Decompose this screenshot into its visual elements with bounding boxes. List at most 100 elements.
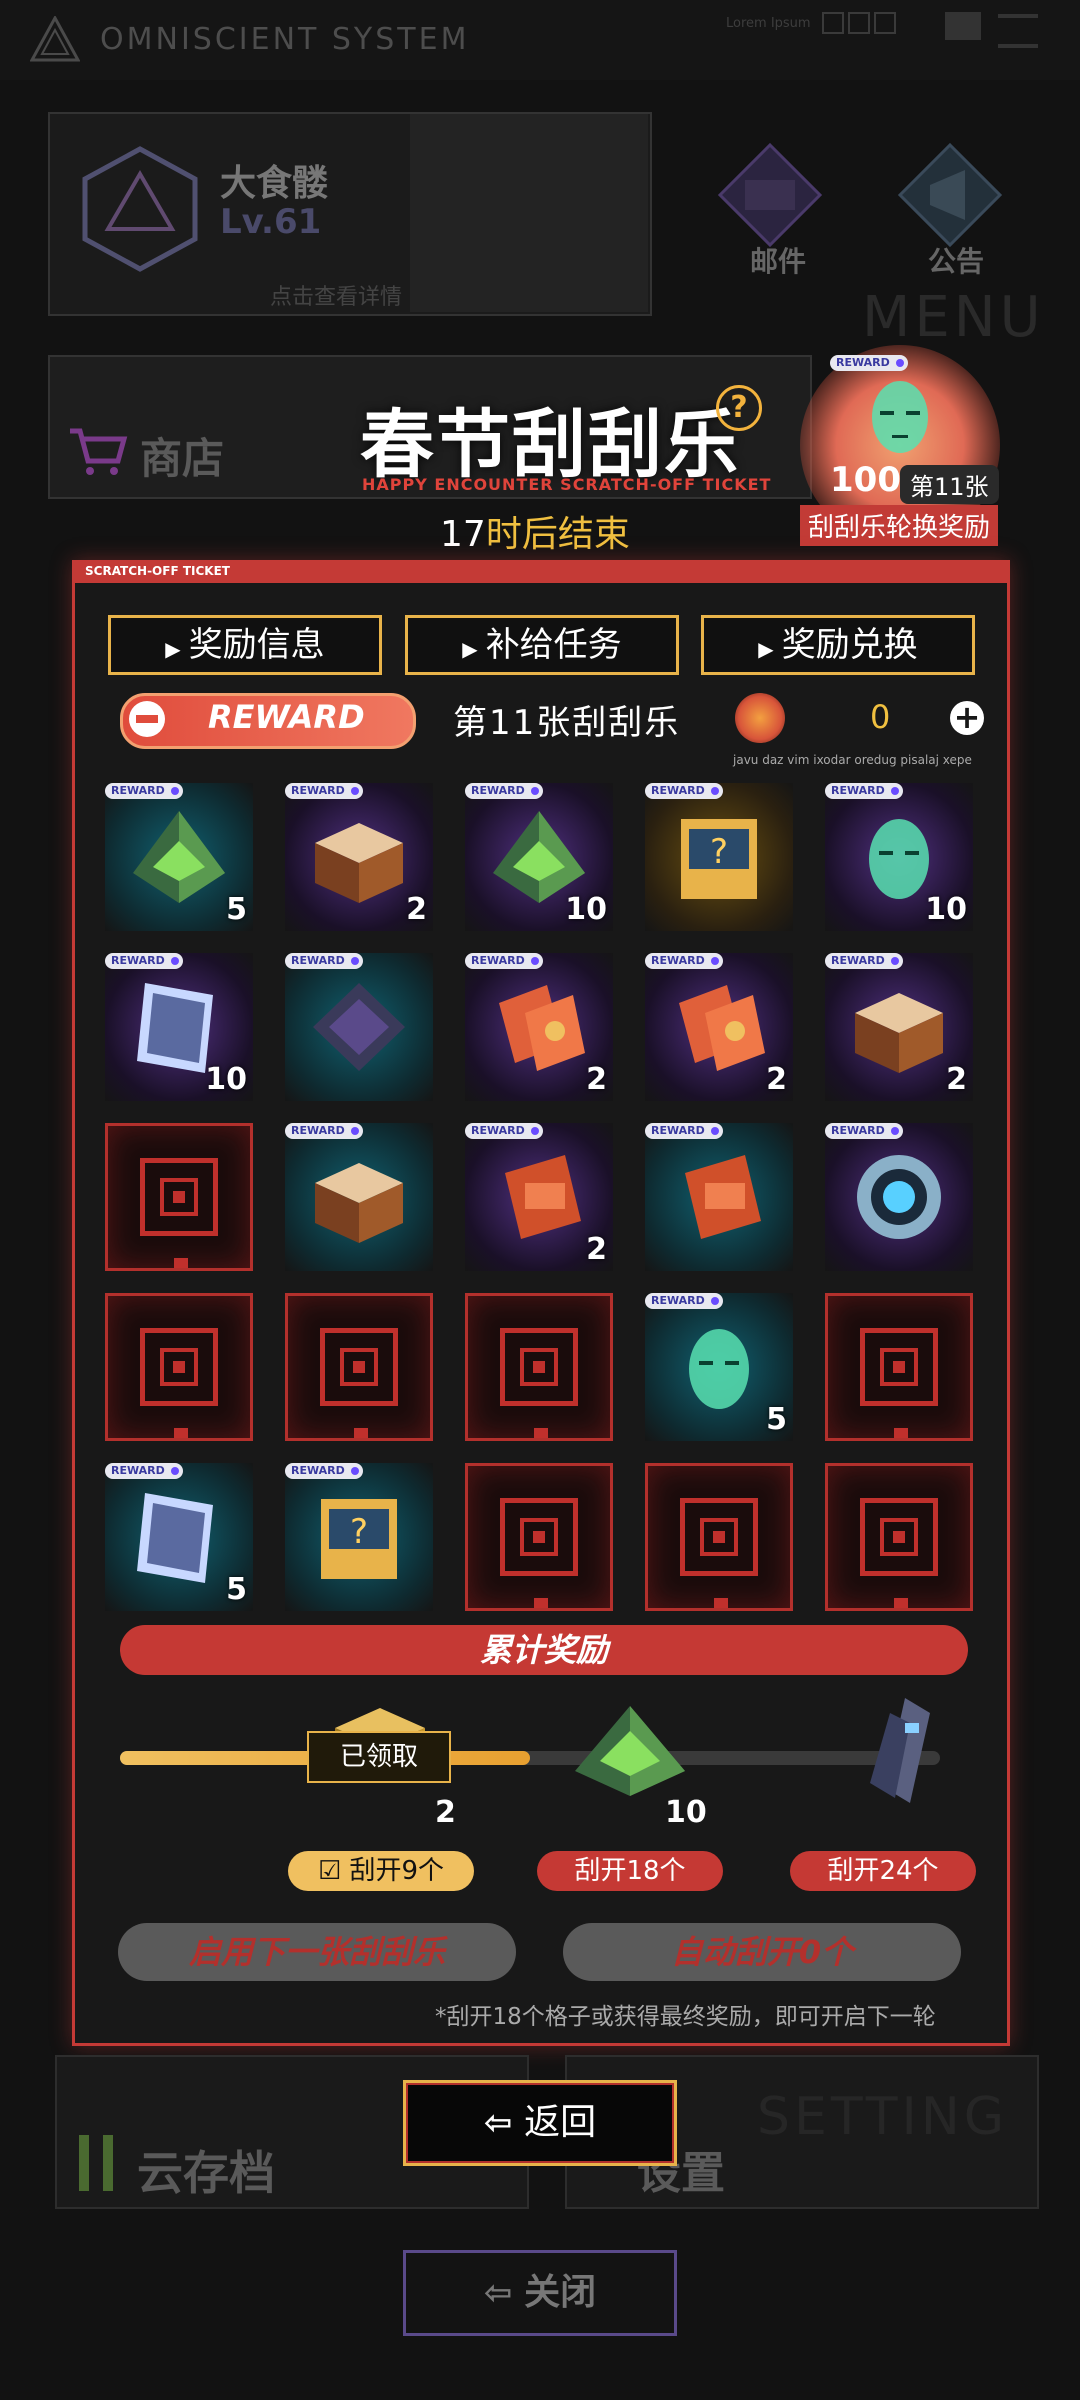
mystery-box-icon: ?: [681, 819, 757, 899]
megaphone-icon: [897, 142, 1003, 248]
scratch-cell-prize[interactable]: REWARD 5: [105, 1463, 253, 1611]
red-pack-icon: [505, 1155, 581, 1239]
reward-badge: REWARD: [105, 953, 183, 969]
scratch-cell-locked[interactable]: [645, 1463, 793, 1611]
scratch-cell-locked[interactable]: [105, 1293, 253, 1441]
svg-text:?: ?: [350, 1512, 368, 1552]
scratch-cell-prize[interactable]: REWARD 2: [825, 953, 973, 1101]
scratch-cell-prize[interactable]: ? REWARD: [285, 1463, 433, 1611]
rotation-count: 100: [830, 460, 901, 500]
rotation-ticket: 第11张: [900, 465, 999, 504]
reward-badge: REWARD: [825, 953, 903, 969]
core-ring-icon: [857, 1155, 941, 1239]
item-qty: 2: [766, 1062, 787, 1097]
auto-scratch-button[interactable]: 自动刮开0个: [563, 1923, 961, 1981]
lock-pattern-notch: [534, 1598, 548, 1608]
back-button[interactable]: ⇦ 返回: [403, 2080, 677, 2166]
close-arrow-icon: ⇦: [483, 2273, 525, 2313]
red-pack-icon: [685, 1155, 761, 1239]
reward-badge: REWARD: [645, 783, 723, 799]
help-icon[interactable]: ?: [716, 385, 762, 431]
scratch-cell-locked[interactable]: [825, 1463, 973, 1611]
profile-banner: [410, 114, 648, 312]
scratch-cell-prize[interactable]: REWARD 10: [465, 783, 613, 931]
scratch-cell-prize[interactable]: REWARD 2: [285, 783, 433, 931]
milestone-armor-icon[interactable]: [850, 1693, 940, 1813]
next-ticket-button[interactable]: 启用下一张刮刮乐: [118, 1923, 516, 1981]
scratch-cell-locked[interactable]: [465, 1293, 613, 1441]
lock-pattern-notch: [894, 1428, 908, 1438]
mail-button[interactable]: 邮件: [700, 140, 840, 290]
crate-icon: [315, 823, 403, 903]
event-countdown: 17时后结束: [440, 505, 630, 557]
reward-badge: REWARD: [645, 953, 723, 969]
item-qty: 10: [205, 1062, 247, 1097]
milestone-pyramid-icon[interactable]: [565, 1701, 695, 1801]
notice-button[interactable]: 公告: [880, 140, 1030, 290]
pyramid-icon: [133, 811, 225, 903]
lock-pattern-core: [893, 1361, 905, 1373]
close-button[interactable]: ⇦ 关闭: [403, 2250, 677, 2336]
lock-pattern-notch: [534, 1428, 548, 1438]
lock-pattern-core: [353, 1361, 365, 1373]
cart-icon: [70, 428, 128, 475]
scratch-cell-prize[interactable]: REWARD 2: [645, 953, 793, 1101]
scratch-cell-prize[interactable]: ? REWARD: [645, 783, 793, 931]
window-square2-icon[interactable]: [874, 12, 896, 34]
scratch-cell-prize[interactable]: REWARD 2: [465, 1123, 613, 1271]
cumulative-title: 累计奖励: [120, 1625, 968, 1675]
reward-badge: REWARD: [825, 1123, 903, 1139]
data-card-icon: [137, 1493, 213, 1583]
scratch-cell-prize[interactable]: REWARD 10: [825, 783, 973, 931]
lock-pattern-notch: [174, 1428, 188, 1438]
lock-pattern-core: [173, 1361, 185, 1373]
scratch-cell-prize[interactable]: REWARD: [285, 953, 433, 1101]
milestone-qty-2: 10: [665, 1795, 707, 1830]
lock-pattern-core: [893, 1531, 905, 1543]
reward-badge: REWARD: [645, 1123, 723, 1139]
scratch-cell-locked[interactable]: [465, 1463, 613, 1611]
item-qty: 2: [406, 892, 427, 927]
scratch-cell-prize[interactable]: REWARD: [645, 1123, 793, 1271]
item-qty: 2: [586, 1232, 607, 1267]
scratch-cell-prize[interactable]: REWARD: [285, 1123, 433, 1271]
claimed-label: 已领取: [307, 1731, 451, 1783]
back-arrow-icon: ⇦: [483, 2103, 525, 2143]
scratch-cell-prize[interactable]: REWARD 5: [105, 783, 253, 931]
lock-pattern-notch: [714, 1598, 728, 1608]
rotation-label: 刮刮乐轮换奖励: [800, 505, 999, 546]
scratch-cell-prize[interactable]: REWARD 10: [105, 953, 253, 1101]
notice-label: 公告: [928, 245, 985, 278]
scratch-cell-locked[interactable]: [825, 1293, 973, 1441]
shop-label: 商店: [140, 434, 225, 483]
system-logo-icon: [30, 16, 80, 62]
top-lorem: Lorem Ipsum: [726, 16, 811, 31]
countdown-text: 时后结束: [485, 514, 630, 555]
reward-badge: REWARD: [285, 1123, 363, 1139]
scratch-cell-locked[interactable]: [105, 1123, 253, 1271]
countdown-hours: 17: [440, 514, 486, 555]
reward-badge: REWARD: [285, 953, 363, 969]
scratch-cell-prize[interactable]: REWARD 2: [465, 953, 613, 1101]
profile-card[interactable]: 大食髅 Lv.61 点击查看详情: [48, 112, 652, 316]
menu-bg-text: MENU: [862, 285, 1045, 350]
scratch-cell-locked[interactable]: [285, 1293, 433, 1441]
crate-icon: [855, 993, 943, 1073]
event-subtitle: HAPPY ENCOUNTER SCRATCH-OFF TICKET: [362, 475, 772, 494]
mystery-box-icon: ?: [321, 1499, 397, 1579]
window-square-icon[interactable]: [822, 12, 844, 34]
reward-badge: REWARD: [465, 783, 543, 799]
lock-pattern-core: [713, 1531, 725, 1543]
window-x-icon[interactable]: [848, 12, 870, 34]
scratch-cell-prize[interactable]: REWARD: [825, 1123, 973, 1271]
rotation-reward[interactable]: REWARD 100 第11张 刮刮乐轮换奖励: [760, 345, 1050, 555]
scratch-cell-prize[interactable]: REWARD 5: [645, 1293, 793, 1441]
scratch-grid: REWARD 5 REWARD 2 REWARD 10? REWARD REWARD 10 REW…: [75, 563, 1007, 1611]
step-label: 刮开9个: [349, 1856, 445, 1886]
back-label: 返回: [524, 2102, 597, 2143]
player-level: Lv.61: [220, 202, 322, 242]
reward-badge: REWARD: [465, 1123, 543, 1139]
profile-detail-hint: 点击查看详情: [270, 285, 403, 310]
milestone-qty-1: 2: [435, 1795, 456, 1830]
item-qty: 10: [925, 892, 967, 927]
